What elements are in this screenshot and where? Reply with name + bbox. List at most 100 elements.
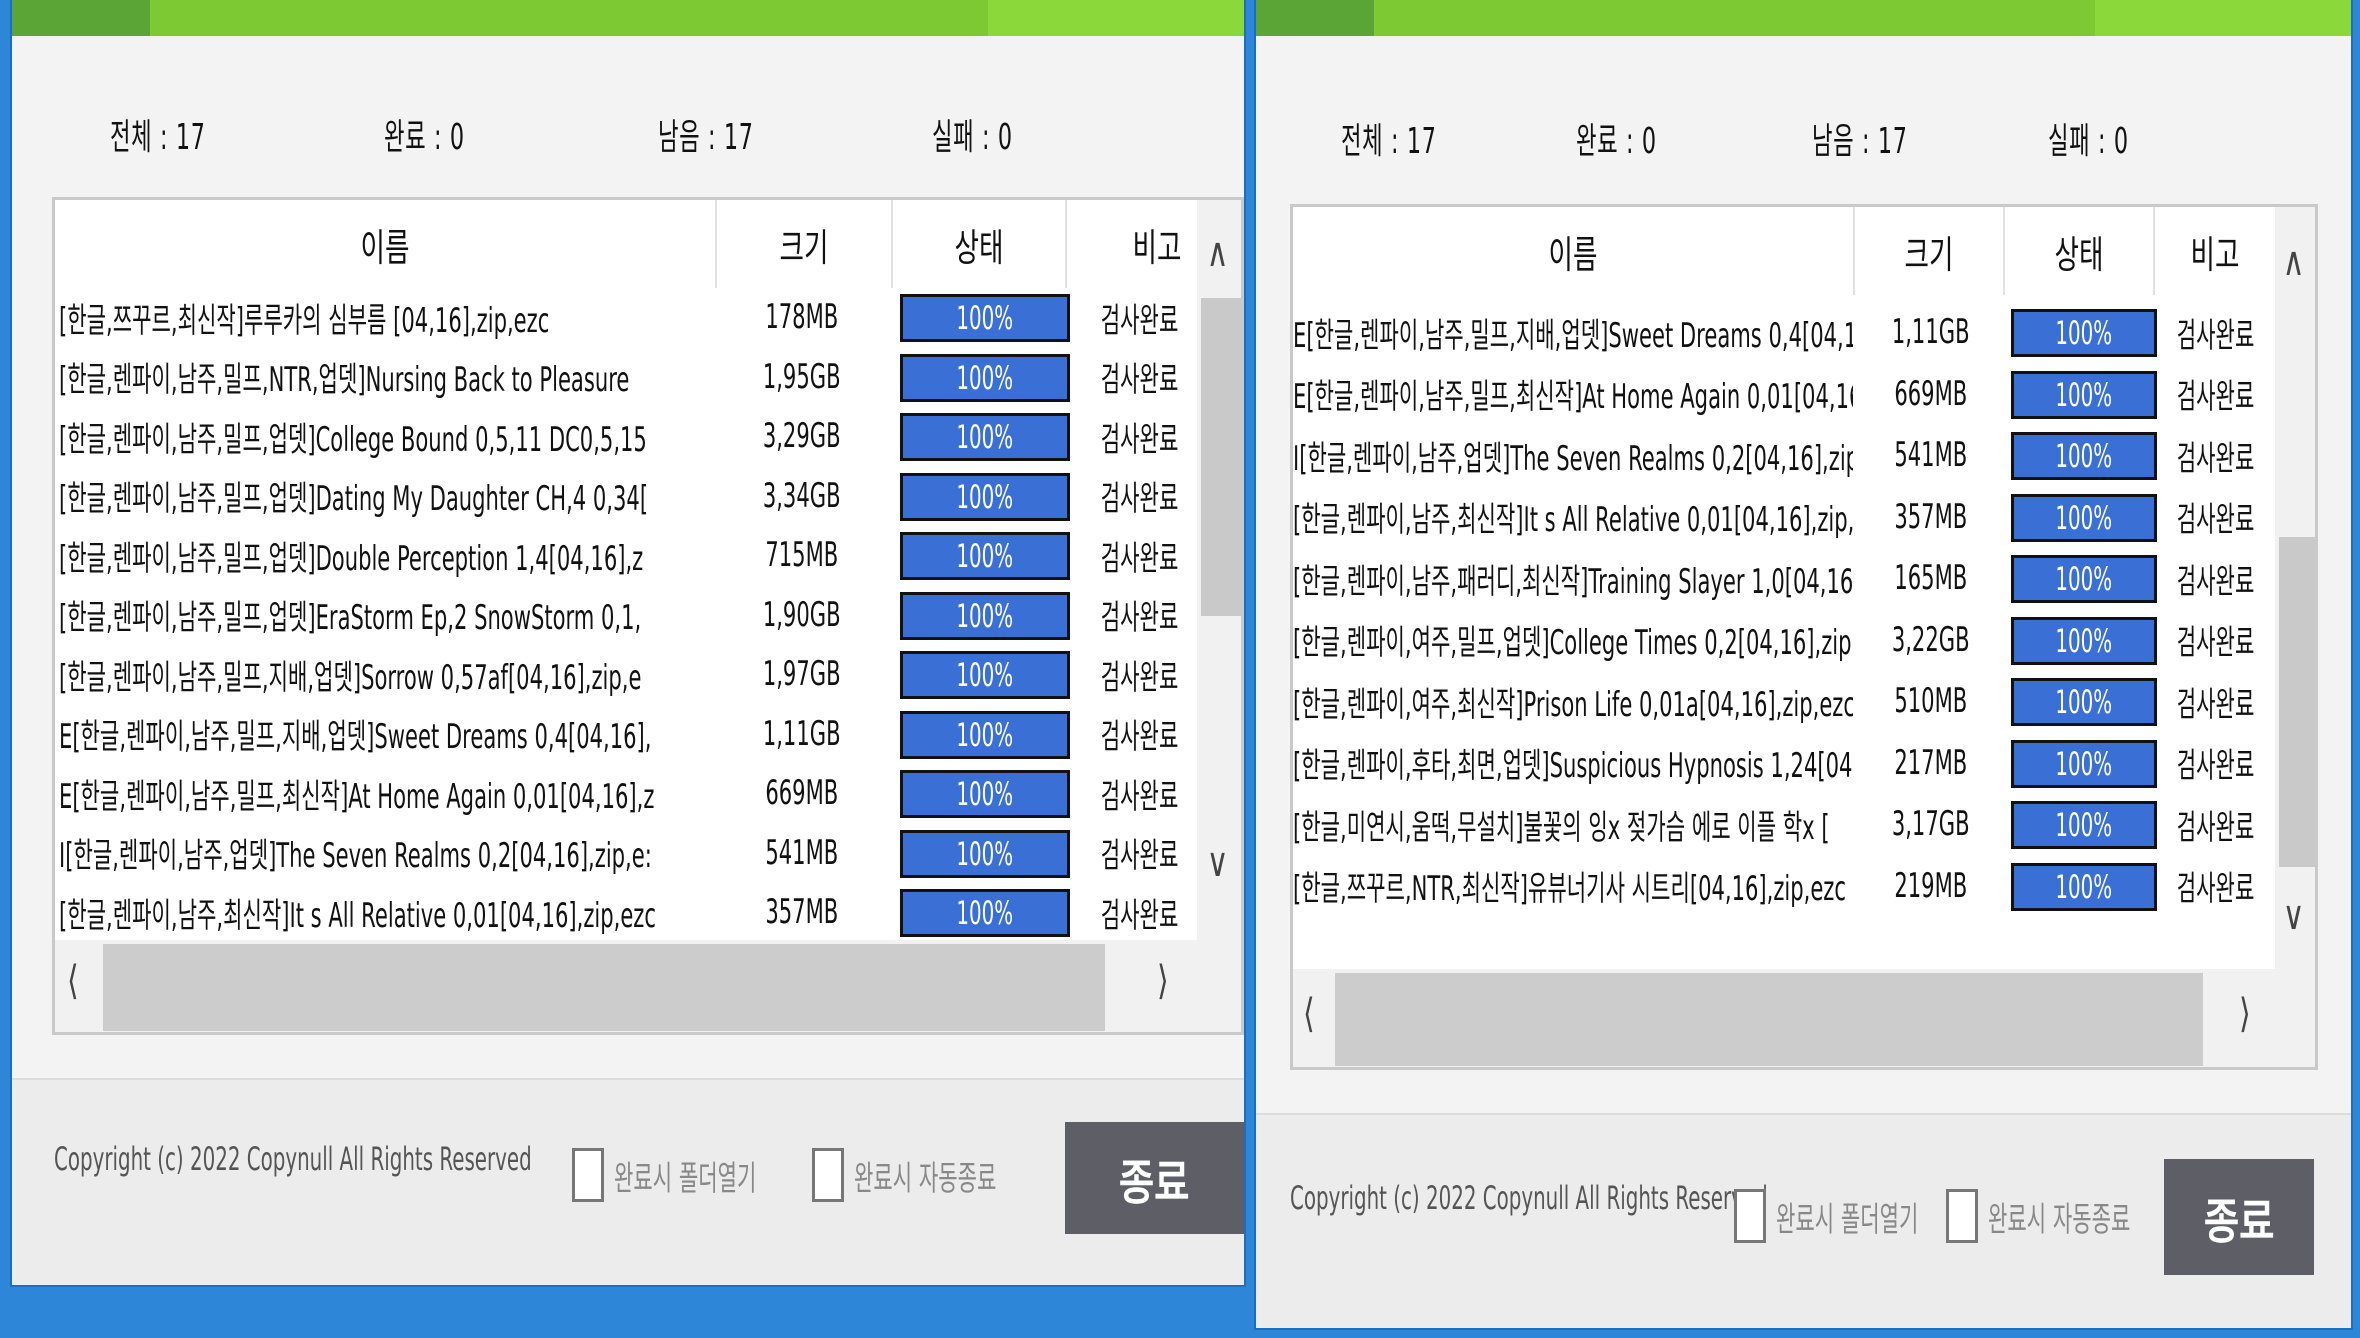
title-bar[interactable] <box>1256 0 2351 36</box>
progress-bar: 100% <box>2011 616 2157 665</box>
table-row[interactable]: [한글,렌파이,남주,밀프,업뎃]College Bound 0,5,11 DC… <box>55 407 1197 465</box>
right-checker-window: 전체 : 17 완료 : 0 남음 : 17 실패 : 0 이름 크기 상태 비… <box>1256 0 2351 1328</box>
stat-done: 완료 : 0 <box>1576 121 1657 162</box>
table-row[interactable]: [한글,렌파이,남주,밀프,업뎃]Dating My Daughter CH,4… <box>55 467 1197 525</box>
table-row[interactable]: [한글,렌파이,남주,최신작]It s All Relative 0,01[04… <box>55 883 1197 941</box>
column-header-name[interactable]: 이름 <box>1293 207 1855 295</box>
status-note: 검사완료 <box>1101 538 1179 579</box>
table-row[interactable]: E[한글,렌파이,남주,밀프,최신작]At Home Again 0,01[04… <box>55 764 1197 822</box>
title-bar[interactable] <box>12 0 1244 36</box>
vertical-scroll-thumb[interactable] <box>1201 298 1241 616</box>
table-row[interactable]: I[한글,렌파이,남주,업뎃]The Seven Realms 0,2[04,1… <box>55 824 1197 882</box>
stat-done: 완료 : 0 <box>384 117 465 158</box>
horizontal-scroll-thumb[interactable] <box>1335 973 2203 1066</box>
file-name: [한글,렌파이,남주,최신작]It s All Relative 0,01[04… <box>1293 500 1853 540</box>
checkbox-box[interactable] <box>812 1148 844 1202</box>
column-header-size[interactable]: 크기 <box>1855 207 2005 295</box>
scroll-right-icon[interactable]: ⟩ <box>1157 958 1169 1004</box>
open-folder-label[interactable]: 완료시 폴더열기 <box>1776 1192 1918 1241</box>
progress-bar: 100% <box>2011 862 2157 911</box>
file-name: [한글,미연시,움떡,무설치]불꽃의 잉x 젖가슴 에로 이플 학x [ <box>1293 807 1830 848</box>
progress-bar: 100% <box>2011 309 2157 357</box>
progress-bar: 100% <box>900 532 1070 580</box>
file-size: 3,22GB <box>1892 619 1970 660</box>
checkbox-box[interactable] <box>1734 1189 1766 1243</box>
open-folder-label[interactable]: 완료시 폴더열기 <box>614 1151 756 1200</box>
vertical-scroll-thumb[interactable] <box>2279 537 2315 867</box>
table-row[interactable]: [한글,미연시,움떡,무설치]불꽃의 잉x 젖가슴 에로 이플 학x [3,17… <box>1293 795 2275 853</box>
horizontal-scroll-thumb[interactable] <box>103 944 1105 1031</box>
auto-close-label[interactable]: 완료시 자동종료 <box>1988 1192 2130 1241</box>
footer: Copyright (c) 2022 Copynull All Rights R… <box>1256 1113 2351 1328</box>
table-row[interactable]: E[한글,렌파이,남주,밀프,지배,업뎃]Sweet Dreams 0,4[04… <box>1293 303 2275 361</box>
progress-bar: 100% <box>900 413 1070 461</box>
file-name: [한글,렌파이,남주,밀프,NTR,업뎃]Nursing Back to Ple… <box>59 360 630 400</box>
file-size: 219MB <box>1894 865 1968 906</box>
column-header-status[interactable]: 상태 <box>2005 207 2155 295</box>
vertical-scrollbar[interactable]: ∧ ∨ <box>1197 200 1241 940</box>
table-row[interactable]: [한글,렌파이,남주,밀프,업뎃]Double Perception 1,4[0… <box>55 526 1197 584</box>
table-row[interactable]: [한글,렌파이,남주,패러디,최신작]Training Slayer 1,0[0… <box>1293 549 2275 607</box>
scroll-right-icon[interactable]: ⟩ <box>2239 991 2251 1037</box>
progress-bar: 100% <box>2011 432 2157 480</box>
column-header-status[interactable]: 상태 <box>893 200 1067 288</box>
progress-bar: 100% <box>2011 493 2157 542</box>
status-note: 검사완료 <box>2177 438 2255 479</box>
file-size: 1,90GB <box>763 594 841 635</box>
auto-close-checkbox[interactable]: 완료시 자동종료 <box>812 1148 1084 1202</box>
column-header-note[interactable]: 비고 <box>2155 207 2275 295</box>
table-row[interactable]: I[한글,렌파이,남주,업뎃]The Seven Realms 0,2[04,1… <box>1293 426 2275 484</box>
table-row[interactable]: [한글,쯔꾸르,NTR,최신작]유뷰너기사 시트리[04,16],zip,ezc… <box>1293 857 2275 915</box>
horizontal-scrollbar[interactable]: ⟨ ⟩ <box>1293 969 2315 1067</box>
status-note: 검사완료 <box>1101 895 1179 936</box>
open-folder-checkbox[interactable]: 완료시 폴더열기 <box>572 1148 844 1202</box>
table-row[interactable]: E[한글,렌파이,남주,밀프,최신작]At Home Again 0,01[04… <box>1293 365 2275 423</box>
table-row[interactable]: [한글,쯔꾸르,최신작]루루카의 심부름 [04,16],zip,ezc 178M… <box>55 288 1197 346</box>
file-name: [한글,렌파이,남주,패러디,최신작]Training Slayer 1,0[0… <box>1293 561 1853 602</box>
file-name: [한글,쯔꾸르,최신작]루루카의 심부름 [04,16],zip,ezc <box>59 300 550 341</box>
table-row[interactable]: [한글,렌파이,남주,밀프,업뎃]EraStorm Ep,2 SnowStorm… <box>55 586 1197 644</box>
progress-bar: 100% <box>900 829 1070 878</box>
file-name: [한글,쯔꾸르,NTR,최신작]유뷰너기사 시트리[04,16],zip,ezc <box>1293 869 1846 909</box>
table-row[interactable]: E[한글,렌파이,남주,밀프,지배,업뎃]Sweet Dreams 0,4[04… <box>55 705 1197 763</box>
table-row[interactable]: [한글,렌파이,후타,최면,업뎃]Suspicious Hypnosis 1,2… <box>1293 734 2275 792</box>
table-row[interactable]: [한글,렌파이,남주,밀프,NTR,업뎃]Nursing Back to Ple… <box>55 348 1197 406</box>
file-size: 1,11GB <box>1892 312 1970 352</box>
status-note: 검사완료 <box>2177 684 2255 725</box>
scroll-left-icon[interactable]: ⟨ <box>1303 991 1315 1037</box>
progress-bar: 100% <box>2011 370 2157 419</box>
file-list: 이름 크기 상태 비고 E[한글,렌파이,남주,밀프,지배,업뎃]Sweet D… <box>1290 204 2318 1070</box>
file-name: [한글,렌파이,남주,최신작]It s All Relative 0,01[04… <box>59 895 656 936</box>
file-size: 715MB <box>765 535 839 575</box>
vertical-scrollbar[interactable]: ∧ ∨ <box>2275 207 2315 969</box>
checkbox-box[interactable] <box>1946 1189 1978 1243</box>
scroll-up-icon[interactable]: ∧ <box>1207 230 1229 276</box>
file-name: [한글,렌파이,여주,밀프,업뎃]College Times 0,2[04,16… <box>1293 623 1853 663</box>
table-row[interactable]: [한글,렌파이,여주,최신작]Prison Life 0,01a[04,16],… <box>1293 672 2275 730</box>
file-name: E[한글,렌파이,남주,밀프,최신작]At Home Again 0,01[04… <box>59 776 655 817</box>
column-header-name[interactable]: 이름 <box>55 200 717 288</box>
left-checker-window: 전체 : 17 완료 : 0 남음 : 17 실패 : 0 이름 크기 상태 비… <box>12 0 1244 1285</box>
status-note: 검사완료 <box>2177 561 2255 602</box>
close-button[interactable]: 종료 <box>1065 1122 1244 1234</box>
file-name: [한글,렌파이,남주,밀프,업뎃]Double Perception 1,4[0… <box>59 538 644 579</box>
scroll-up-icon[interactable]: ∧ <box>2283 239 2305 285</box>
file-size: 1,97GB <box>763 654 841 694</box>
status-note: 검사완료 <box>2177 623 2255 663</box>
scroll-left-icon[interactable]: ⟨ <box>67 958 79 1004</box>
table-row[interactable]: [한글,렌파이,남주,밀프,지배,업뎃]Sorrow 0,57af[04,16]… <box>55 645 1197 703</box>
column-header-size[interactable]: 크기 <box>717 200 893 288</box>
horizontal-scrollbar[interactable]: ⟨ ⟩ <box>55 940 1241 1032</box>
status-note: 검사완료 <box>1101 479 1179 519</box>
status-note: 검사완료 <box>1101 598 1179 638</box>
close-button[interactable]: 종료 <box>2164 1159 2314 1275</box>
auto-close-label[interactable]: 완료시 자동종료 <box>854 1151 996 1200</box>
table-row[interactable]: [한글,렌파이,여주,밀프,업뎃]College Times 0,2[04,16… <box>1293 611 2275 669</box>
file-name: I[한글,렌파이,남주,업뎃]The Seven Realms 0,2[04,1… <box>1293 438 1853 479</box>
checkbox-box[interactable] <box>572 1148 604 1202</box>
scroll-down-icon[interactable]: ∨ <box>1207 840 1229 886</box>
progress-bar: 100% <box>2011 555 2157 603</box>
file-name: E[한글,렌파이,남주,밀프,최신작]At Home Again 0,01[04… <box>1293 377 1853 417</box>
table-row[interactable]: [한글,렌파이,남주,최신작]It s All Relative 0,01[04… <box>1293 488 2275 546</box>
scroll-down-icon[interactable]: ∨ <box>2283 893 2305 939</box>
